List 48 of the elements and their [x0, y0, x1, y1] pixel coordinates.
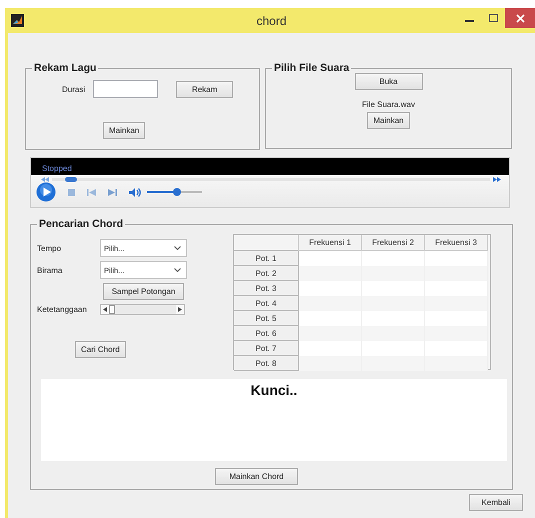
kembali-button[interactable]: Kembali [469, 494, 523, 511]
seek-handle[interactable] [65, 177, 78, 182]
rekam-button[interactable]: Rekam [176, 80, 234, 98]
birama-label: Birama [37, 266, 64, 274]
slider-thumb[interactable] [109, 305, 115, 314]
next-icon[interactable] [108, 188, 117, 196]
row-header: Pot. 2 [234, 266, 298, 280]
row-header: Pot. 3 [234, 280, 298, 296]
close-icon [516, 14, 524, 22]
buka-button[interactable]: Buka [354, 73, 422, 90]
row-header: Pot. 6 [234, 326, 298, 340]
maximize-icon [488, 14, 498, 22]
sampel-potongan-button[interactable]: Sampel Potongan [103, 283, 184, 300]
caret-icon [174, 268, 181, 272]
play-button[interactable] [36, 182, 56, 202]
speaker-icon[interactable] [129, 188, 141, 196]
row-header: Pot. 7 [234, 340, 298, 356]
kunci-text: Kunci.. [250, 382, 298, 398]
tempo-label: Tempo [37, 244, 62, 252]
column-header: Frekuensi 2 [362, 235, 424, 250]
ketetanggaan-label: Ketetanggaan [37, 305, 88, 314]
mainkan-button[interactable]: Mainkan [103, 122, 146, 139]
cari-chord-button[interactable]: Cari Chord [75, 341, 126, 358]
column-header: Frekuensi 1 [298, 235, 362, 250]
mainkan-button[interactable]: Mainkan [367, 112, 410, 129]
window-title: chord [256, 14, 287, 28]
row-header: Pot. 4 [234, 296, 298, 310]
ketetanggaan-slider[interactable] [100, 304, 185, 315]
file-name-label: File Suara.wav [362, 100, 415, 109]
durasi-field[interactable] [93, 80, 158, 98]
close-button[interactable] [505, 8, 535, 28]
minimize-icon [464, 20, 474, 22]
panel-title: Pilih File Suara [273, 62, 350, 74]
column-header: Frekuensi 3 [424, 235, 488, 250]
row-header: Pot. 1 [234, 250, 298, 266]
left-arrow-icon[interactable] [103, 307, 107, 312]
player-status: Stopped [42, 164, 72, 173]
panel-title: Pencarian Chord [38, 218, 124, 230]
right-arrow-icon[interactable] [178, 307, 182, 312]
fast-forward-icon[interactable] [493, 177, 501, 182]
caret-icon [174, 246, 181, 250]
panel-title: Rekam Lagu [33, 62, 98, 74]
row-header: Pot. 5 [234, 310, 298, 326]
mainkan-chord-button[interactable]: Mainkan Chord [215, 468, 298, 485]
row-header: Pot. 8 [234, 356, 298, 370]
volume-thumb[interactable] [173, 188, 182, 196]
app-icon [11, 14, 24, 27]
durasi-label: Durasi [62, 84, 86, 94]
